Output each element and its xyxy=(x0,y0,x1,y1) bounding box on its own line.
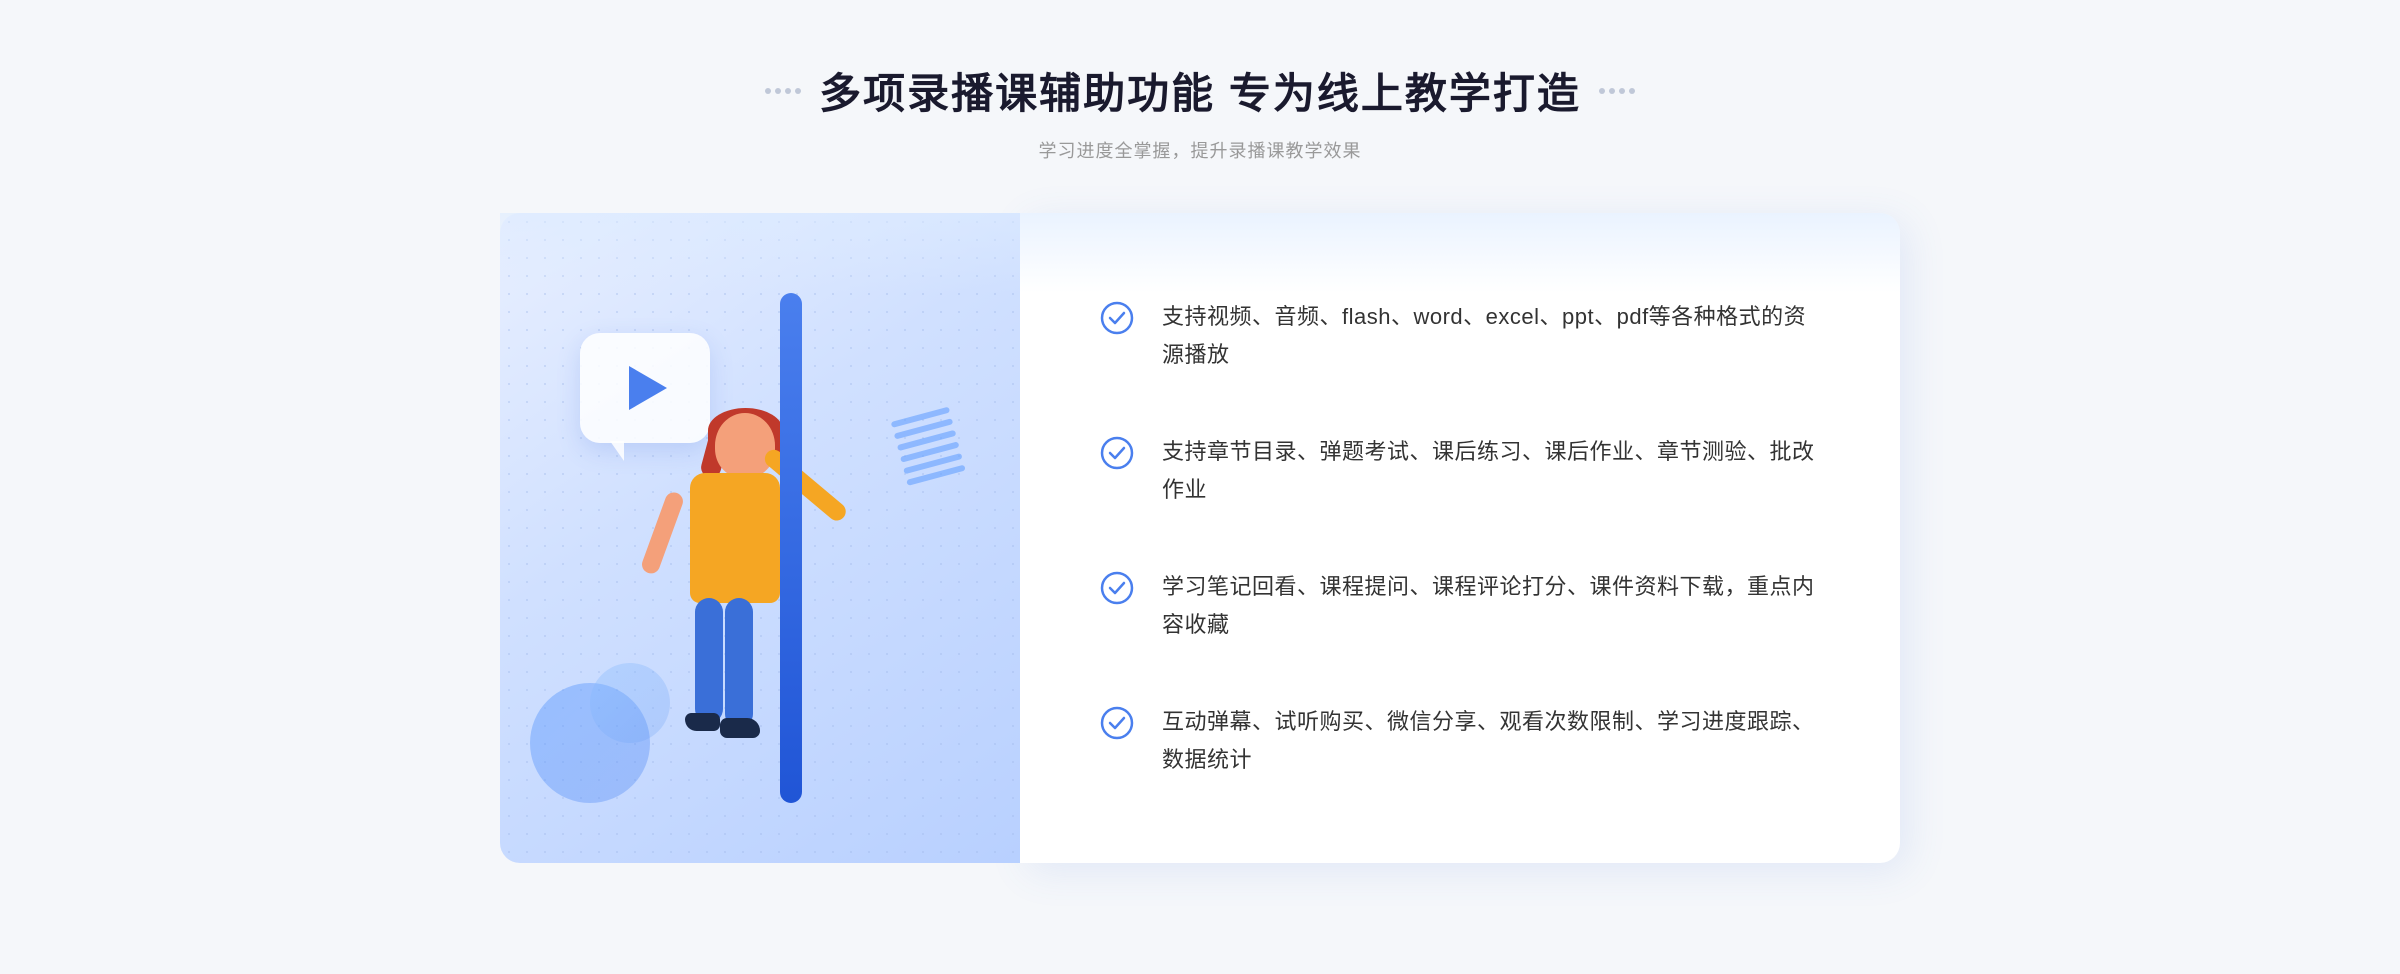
play-icon xyxy=(629,366,667,410)
person-shoe-right xyxy=(720,718,760,738)
person-shoe-left xyxy=(685,713,720,731)
check-icon-1 xyxy=(1100,301,1134,335)
check-icon-2 xyxy=(1100,436,1134,470)
feature-text-4: 互动弹幕、试听购买、微信分享、观看次数限制、学习进度跟踪、数据统计 xyxy=(1162,703,1820,778)
blue-accent-bar xyxy=(780,293,802,803)
content-section: » xyxy=(500,213,1900,863)
feature-item-3: 学习笔记回看、课程提问、课程评论打分、课件资料下载，重点内容收藏 xyxy=(1100,552,1820,659)
feature-text-2: 支持章节目录、弹题考试、课后练习、课后作业、章节测验、批改作业 xyxy=(1162,433,1820,508)
illustration-panel xyxy=(500,213,1020,863)
feature-text-1: 支持视频、音频、flash、word、excel、ppt、pdf等各种格式的资源… xyxy=(1162,298,1820,373)
person-arm-left xyxy=(639,490,685,576)
title-dots-left xyxy=(765,88,801,94)
title-dots-right xyxy=(1599,88,1635,94)
page-wrapper: 多项录播课辅助功能 专为线上教学打造 学习进度全掌握，提升录播课教学效果 » xyxy=(0,0,2400,974)
person-torso xyxy=(690,473,780,603)
check-icon-4 xyxy=(1100,706,1134,740)
person-leg-right xyxy=(725,598,753,728)
feature-item-1: 支持视频、音频、flash、word、excel、ppt、pdf等各种格式的资源… xyxy=(1100,282,1820,389)
subtitle: 学习进度全掌握，提升录播课教学效果 xyxy=(1038,137,1361,163)
feature-item-4: 互动弹幕、试听购买、微信分享、观看次数限制、学习进度跟踪、数据统计 xyxy=(1100,687,1820,794)
main-title: 多项录播课辅助功能 专为线上教学打造 xyxy=(819,60,1581,121)
feature-item-2: 支持章节目录、弹题考试、课后练习、课后作业、章节测验、批改作业 xyxy=(1100,417,1820,524)
person-leg-left xyxy=(695,598,723,723)
deco-circle-2 xyxy=(590,663,670,743)
header-section: 多项录播课辅助功能 专为线上教学打造 学习进度全掌握，提升录播课教学效果 xyxy=(765,60,1635,163)
title-row: 多项录播课辅助功能 专为线上教学打造 xyxy=(765,60,1635,121)
check-icon-3 xyxy=(1100,571,1134,605)
features-panel: 支持视频、音频、flash、word、excel、ppt、pdf等各种格式的资源… xyxy=(1020,213,1900,863)
person-head xyxy=(715,413,775,478)
feature-text-3: 学习笔记回看、课程提问、课程评论打分、课件资料下载，重点内容收藏 xyxy=(1162,568,1820,643)
